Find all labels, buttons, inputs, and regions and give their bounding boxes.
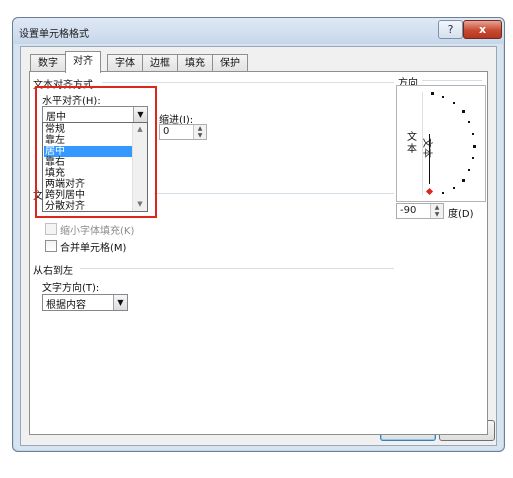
text-direction-label: 文字方向(T): xyxy=(42,283,100,294)
dialog-title: 设置单元格格式 xyxy=(19,29,89,40)
group-divider xyxy=(102,82,394,83)
orientation-marker[interactable] xyxy=(425,187,434,196)
indent-input[interactable]: 0 ▲ ▼ xyxy=(159,124,207,140)
degrees-input[interactable]: -90 ▲ ▼ xyxy=(396,203,444,219)
help-button[interactable]: ? xyxy=(438,20,463,39)
alignment-panel: 文本对齐方式 水平对齐(H): 居中 ▼ 常规 靠左 居中 靠右 填充 两端对齐… xyxy=(29,71,488,435)
group-divider xyxy=(422,80,482,81)
horizontal-align-select[interactable]: 居中 ▼ xyxy=(42,106,148,123)
horizontal-align-value: 居中 xyxy=(46,112,66,123)
dial-dot xyxy=(442,96,444,98)
group-divider xyxy=(80,268,394,269)
dial-dot xyxy=(431,92,434,95)
dialog-client: 数字 对齐 字体 边框 填充 保护 文本对齐方式 水平对齐(H): 居中 ▼ 常… xyxy=(20,46,497,446)
list-scrollbar[interactable]: ▲ ▼ xyxy=(132,123,147,211)
arrow-up-icon[interactable]: ▲ xyxy=(133,125,147,133)
list-item[interactable]: 填充 xyxy=(44,168,139,179)
dial-dot xyxy=(453,187,455,189)
close-button[interactable]: x xyxy=(463,20,502,39)
dial-dot xyxy=(468,169,470,171)
shrink-to-fit-checkbox[interactable] xyxy=(45,223,57,235)
shrink-to-fit-label: 缩小字体填充(K) xyxy=(60,226,135,237)
dial-dot xyxy=(468,121,470,123)
dial-dot xyxy=(473,145,476,148)
rtl-group-label: 从右到左 xyxy=(33,266,73,277)
arrow-down-icon[interactable]: ▼ xyxy=(431,211,443,218)
tab-font[interactable]: 字体 xyxy=(107,54,143,72)
arrow-up-icon[interactable]: ▲ xyxy=(431,204,443,211)
tab-fill[interactable]: 填充 xyxy=(177,54,213,72)
indent-spinner[interactable]: ▲ ▼ xyxy=(193,125,206,139)
list-item[interactable]: 分散对齐 xyxy=(44,201,139,212)
group-divider xyxy=(154,193,394,194)
vertical-text-char: 文 xyxy=(407,132,417,143)
arrow-down-icon[interactable]: ▼ xyxy=(133,200,147,208)
merge-cells-label: 合并单元格(M) xyxy=(60,243,127,254)
merge-cells-checkbox[interactable] xyxy=(45,240,57,252)
dial-dot xyxy=(472,157,474,159)
chevron-down-icon[interactable]: ▼ xyxy=(113,295,127,310)
horizontal-align-label: 水平对齐(H): xyxy=(42,96,101,107)
list-item[interactable]: 两端对齐 xyxy=(44,179,139,190)
text-direction-value: 根据内容 xyxy=(46,300,86,311)
list-item[interactable]: 靠左 xyxy=(44,135,139,146)
dial-dot xyxy=(472,133,474,135)
tab-alignment[interactable]: 对齐 xyxy=(65,51,101,73)
list-item-selected[interactable]: 居中 xyxy=(44,146,139,157)
degrees-spinner[interactable]: ▲ ▼ xyxy=(430,204,443,218)
text-alignment-group-label: 文本对齐方式 xyxy=(33,80,93,91)
dial-dot xyxy=(462,110,465,113)
list-item[interactable]: 常规 xyxy=(44,124,139,135)
degrees-value: -90 xyxy=(400,205,417,216)
arrow-up-icon[interactable]: ▲ xyxy=(194,125,206,132)
dial-dot xyxy=(442,192,444,194)
degrees-label: 度(D) xyxy=(448,209,474,220)
dial-dot xyxy=(453,102,455,104)
tab-protection[interactable]: 保护 xyxy=(212,54,248,72)
vertical-text-area[interactable]: 文 本 xyxy=(402,92,423,195)
list-item[interactable]: 跨列居中 xyxy=(44,190,139,201)
tab-number[interactable]: 数字 xyxy=(30,54,66,72)
horizontal-align-options: 常规 靠左 居中 靠右 填充 两端对齐 跨列居中 分散对齐 ▲ ▼ xyxy=(42,122,148,212)
text-direction-select[interactable]: 根据内容 ▼ xyxy=(42,294,128,311)
format-cells-dialog: 设置单元格格式 ? x 数字 对齐 字体 边框 填充 保护 文本对齐方式 水平对… xyxy=(12,17,505,452)
arrow-down-icon[interactable]: ▼ xyxy=(194,132,206,139)
vertical-text-char: 本 xyxy=(407,144,417,155)
orientation-control[interactable]: 文 本 文本 xyxy=(396,85,486,202)
indent-value: 0 xyxy=(163,126,170,137)
list-item[interactable]: 靠右 xyxy=(44,157,139,168)
tab-border[interactable]: 边框 xyxy=(142,54,178,72)
chevron-down-icon[interactable]: ▼ xyxy=(133,107,147,122)
title-bar[interactable]: 设置单元格格式 ? x xyxy=(13,18,504,44)
dial-dot xyxy=(462,179,465,182)
rotated-text: 文本 xyxy=(421,138,432,158)
